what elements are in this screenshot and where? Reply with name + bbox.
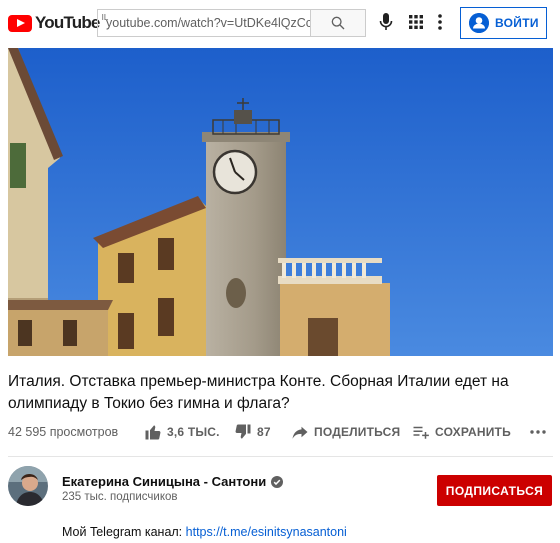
avatar [8,466,48,506]
search-input[interactable]: youtube.com/watch?v=UtDKe4lQzCc [98,10,310,36]
description-text: Мой Telegram канал: [62,525,186,539]
search-button[interactable] [310,10,365,36]
like-count: 3,6 ТЫС. [167,425,220,439]
more-vert-icon[interactable] [437,13,443,31]
masthead: YouTube IL youtube.com/watch?v=UtDKe4lQz… [0,0,560,46]
verified-icon [271,475,284,488]
save-button[interactable]: СОХРАНИТЬ [412,423,511,441]
dislike-icon [235,424,251,439]
view-count: 42 595 просмотров [8,425,119,439]
like-icon [145,425,161,440]
subscriber-count: 235 тыс. подписчиков [62,491,178,503]
share-icon [292,426,308,439]
video-title: Италия. Отставка премьер-министра Конте.… [8,373,509,412]
account-icon [469,13,489,33]
like-button[interactable]: 3,6 ТЫС. [144,423,220,441]
apps-icon[interactable] [408,14,424,30]
video-frame-image [8,48,553,356]
search-box[interactable]: youtube.com/watch?v=UtDKe4lQzCc [97,9,366,37]
more-horiz-icon[interactable] [530,429,546,435]
divider [8,456,553,457]
channel-avatar[interactable] [8,466,48,506]
youtube-logo-icon [8,14,32,32]
share-label: ПОДЕЛИТЬСЯ [314,425,401,439]
video-player[interactable] [8,48,553,356]
signin-button[interactable]: ВОЙТИ [460,7,547,39]
subscribe-button[interactable]: ПОДПИСАТЬСЯ [437,475,552,506]
share-button[interactable]: ПОДЕЛИТЬСЯ [291,423,400,441]
save-playlist-icon [413,426,429,439]
description: Мой Telegram канал: https://t.me/esinits… [62,525,347,539]
youtube-logo[interactable]: YouTube IL [8,13,108,33]
dislike-button[interactable]: 87 [234,423,271,441]
mic-icon[interactable] [378,12,394,32]
channel-name-text: Екатерина Синицына - Сантони [62,474,267,489]
video-actions-row: 42 595 просмотров 3,6 ТЫС. 87 ПОДЕЛИТЬСЯ… [8,423,553,443]
channel-name[interactable]: Екатерина Синицына - Сантони [62,474,284,489]
dislike-count: 87 [257,425,271,439]
search-icon [331,16,345,30]
save-label: СОХРАНИТЬ [435,425,511,439]
logo-text: YouTube [35,13,100,32]
signin-label: ВОЙТИ [495,16,539,30]
telegram-link[interactable]: https://t.me/esinitsynasantoni [186,525,347,539]
